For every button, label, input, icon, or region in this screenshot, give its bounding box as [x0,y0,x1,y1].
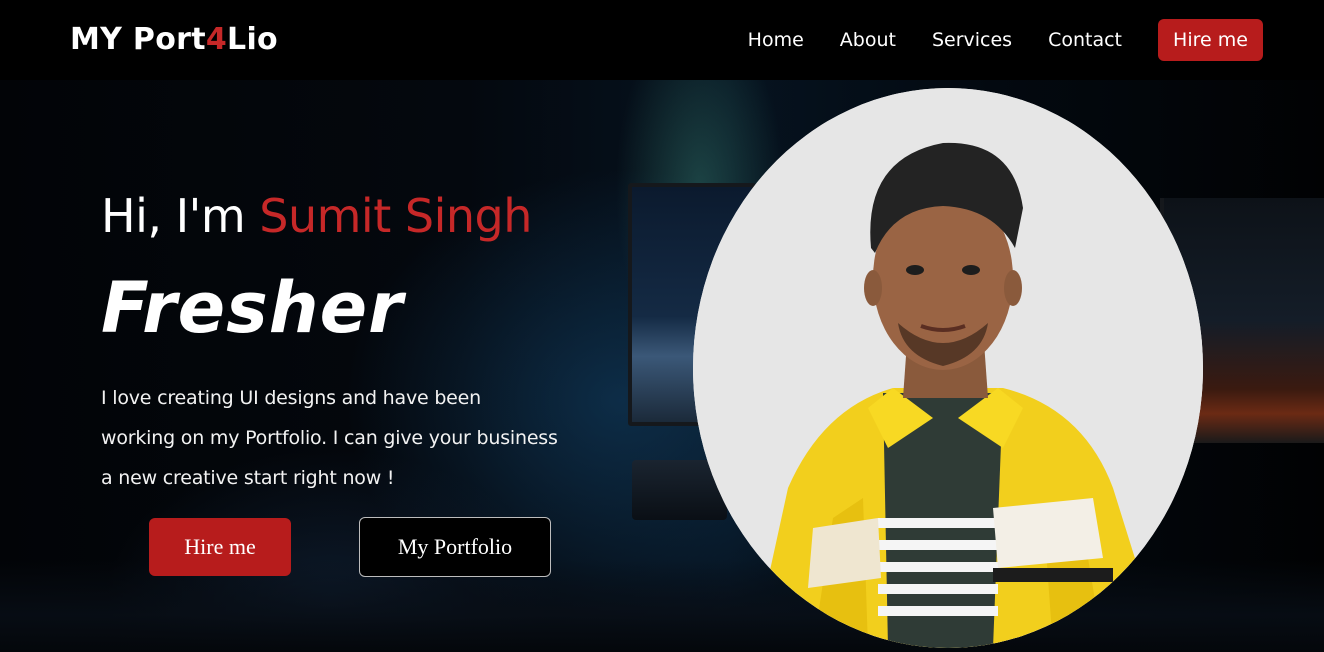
nav-about[interactable]: About [840,19,896,61]
hero-name: Sumit Singh [259,189,532,243]
profile-photo [693,88,1203,648]
hero-role: Fresher [101,267,404,349]
logo-suffix: Lio [227,22,278,57]
bio-line: working on my Portfolio. I can give your… [101,427,558,449]
logo-accent: 4 [205,22,228,57]
navbar: MY Port4Lio Home About Services Contact … [0,0,1324,80]
nav-services[interactable]: Services [932,19,1012,61]
hero-bio: I love creating UI designs and have been… [101,378,591,498]
my-portfolio-button[interactable]: My Portfolio [359,517,551,577]
site-logo[interactable]: MY Port4Lio [70,20,278,60]
bio-line: a new creative start right now ! [101,467,395,489]
nav-home[interactable]: Home [748,19,804,61]
hire-me-button[interactable]: Hire me [149,518,291,576]
nav-contact[interactable]: Contact [1048,19,1122,61]
main-nav: Home About Services Contact Hire me [712,19,1263,61]
logo-prefix: MY Port [70,22,206,57]
hero-greeting: Hi, I'm Sumit Singh [101,188,532,244]
nav-hire-me-button[interactable]: Hire me [1158,19,1263,61]
greeting-prefix: Hi, I'm [101,189,260,243]
bio-line: I love creating UI designs and have been [101,387,482,409]
profile-photo-illustration [693,88,1203,648]
